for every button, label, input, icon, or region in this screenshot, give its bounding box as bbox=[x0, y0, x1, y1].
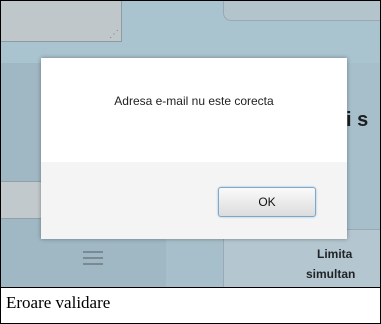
resize-grip-icon: ⋰ bbox=[109, 29, 119, 40]
figure-caption: Eroare validare bbox=[6, 293, 111, 312]
dialog-footer: OK bbox=[41, 162, 347, 239]
background-textarea bbox=[1, 1, 122, 42]
background-card-title: Limita bbox=[317, 247, 353, 261]
background-card-subtitle: simultan bbox=[306, 267, 356, 281]
dialog-message: Adresa e-mail nu este corecta bbox=[114, 94, 274, 108]
screenshot: ⋰ i s Limita simultan Adresa e-mail nu e… bbox=[1, 1, 380, 287]
dialog-body: Adresa e-mail nu este corecta bbox=[41, 58, 347, 162]
ok-button[interactable]: OK bbox=[218, 187, 316, 217]
background-card-top bbox=[223, 1, 380, 21]
alert-dialog: Adresa e-mail nu este corecta OK bbox=[41, 58, 347, 239]
hamburger-menu-icon bbox=[83, 251, 103, 265]
caption-divider bbox=[1, 287, 380, 288]
background-heading: i s bbox=[346, 109, 369, 131]
